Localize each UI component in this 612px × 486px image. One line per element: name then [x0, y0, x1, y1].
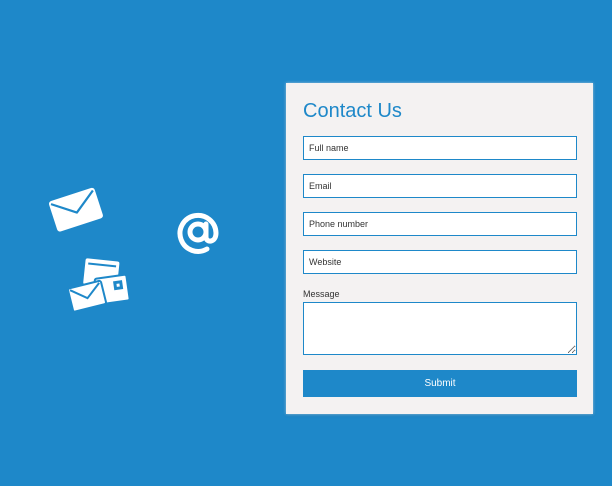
letters-icon — [67, 258, 131, 313]
form-title: Contact Us — [303, 100, 402, 122]
website-input[interactable] — [303, 250, 577, 274]
envelope-icon — [48, 187, 103, 232]
email-input[interactable] — [303, 174, 577, 198]
full-name-input[interactable] — [303, 136, 577, 160]
message-textarea[interactable] — [303, 302, 577, 355]
phone-number-input[interactable] — [303, 212, 577, 236]
submit-button[interactable]: Submit — [303, 370, 577, 397]
contact-form-card: Contact Us Message Submit — [286, 83, 593, 414]
message-label: Message — [303, 289, 340, 299]
at-sign-icon — [177, 212, 219, 254]
